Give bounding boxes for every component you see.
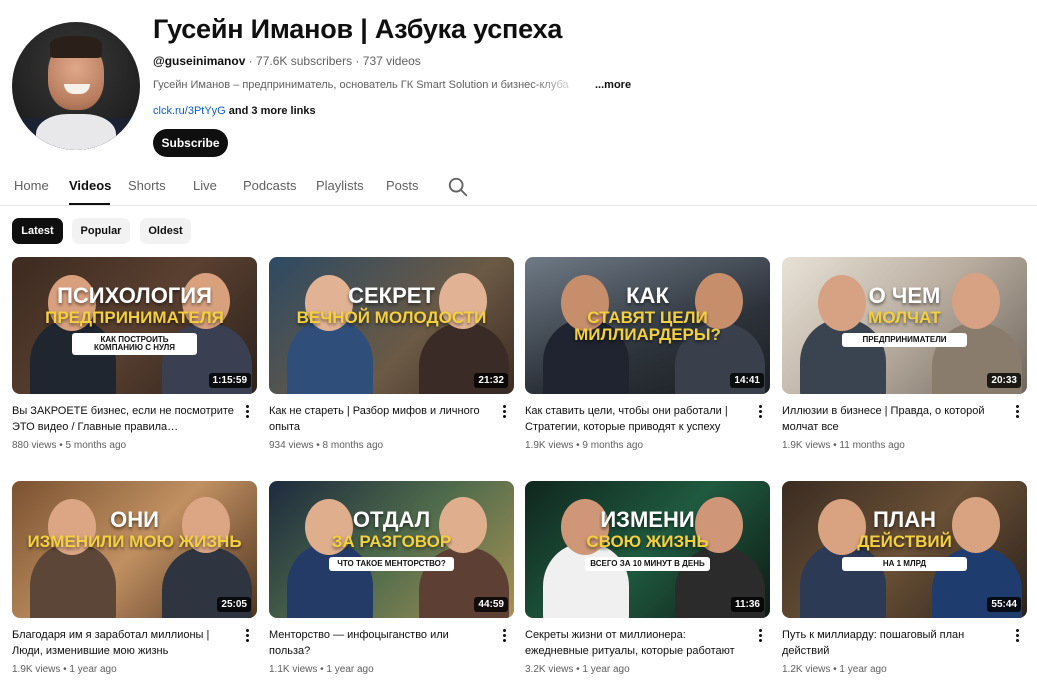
video-meta: 1.1K views • 1 year ago bbox=[269, 664, 374, 675]
thumbnail-overlay-title: ОТДАЛ bbox=[352, 507, 431, 532]
channel-description[interactable]: Гусейн Иманов – предприниматель, основат… bbox=[153, 79, 631, 91]
description-text: Гусейн Иманов – предприниматель, основат… bbox=[153, 79, 569, 91]
channel-meta: @guseinimanov · 77.6K subscribers · 737 … bbox=[153, 54, 421, 68]
video-meta: 1.9K views • 9 months ago bbox=[525, 440, 644, 451]
video-duration: 11:36 bbox=[730, 597, 764, 612]
channel-avatar bbox=[12, 22, 140, 150]
video-thumbnail[interactable]: КАК СТАВЯТ ЦЕЛИ МИЛЛИАРДЕРЫ? 14:41 bbox=[525, 257, 770, 394]
chip-latest[interactable]: Latest bbox=[12, 218, 63, 244]
thumbnail-overlay-subtitle: ЗА РАЗГОВОР bbox=[331, 532, 452, 551]
thumbnail-overlay-caption: КАК ПОСТРОИТЬ КОМПАНИЮ С НУЛЯ bbox=[72, 333, 197, 355]
channel-link[interactable]: clck.ru/3PtYyG bbox=[153, 105, 226, 117]
video-card[interactable]: ИЗМЕНИ СВОЮ ЖИЗНЬ ВСЕГО ЗА 10 МИНУТ В ДЕНЬ… bbox=[525, 481, 770, 675]
thumbnail-overlay-title: СЕКРЕТ bbox=[348, 283, 435, 308]
subscribe-button[interactable]: Subscribe bbox=[153, 129, 228, 157]
channel-handle: @guseinimanov bbox=[153, 54, 246, 68]
video-thumbnail[interactable]: СЕКРЕТ ВЕЧНОЙ МОЛОДОСТИ 21:32 bbox=[269, 257, 514, 394]
chip-popular[interactable]: Popular bbox=[72, 218, 130, 244]
thumbnail-overlay-caption: ВСЕГО ЗА 10 МИНУТ В ДЕНЬ bbox=[585, 557, 710, 571]
video-duration: 20:33 bbox=[987, 373, 1021, 388]
thumbnail-overlay-subtitle: ВЕЧНОЙ МОЛОДОСТИ bbox=[296, 308, 487, 327]
video-meta: 934 views • 8 months ago bbox=[269, 440, 384, 451]
thumbnail-overlay-caption: ПРЕДПРИНИМАТЕЛИ bbox=[842, 333, 967, 347]
video-thumbnail[interactable]: ОНИ ИЗМЕНИЛИ МОЮ ЖИЗНЬ 25:05 bbox=[12, 481, 257, 618]
tab-home[interactable]: Home bbox=[14, 178, 49, 193]
thumbnail-overlay-subtitle: ИЗМЕНИЛИ МОЮ ЖИЗНЬ bbox=[27, 532, 242, 551]
tab-posts[interactable]: Posts bbox=[386, 178, 419, 193]
video-duration: 21:32 bbox=[474, 373, 508, 388]
video-thumbnail[interactable]: ОТДАЛ ЗА РАЗГОВОР ЧТО ТАКОЕ МЕНТОРСТВО? 44:… bbox=[269, 481, 514, 618]
video-title[interactable]: Как не стареть | Разбор мифов и личного … bbox=[269, 403, 491, 435]
more-options-icon[interactable] bbox=[503, 405, 507, 419]
thumbnail-overlay-title: ИЗМЕНИ bbox=[600, 507, 695, 532]
more-options-icon[interactable] bbox=[246, 405, 250, 419]
channel-tabs: Home Videos Shorts Live Podcasts Playlis… bbox=[0, 168, 1037, 206]
more-options-icon[interactable] bbox=[1016, 629, 1020, 643]
thumbnail-overlay-subtitle: МОЛЧАТ bbox=[868, 308, 941, 327]
video-meta: 1.9K views • 1 year ago bbox=[12, 664, 117, 675]
search-icon[interactable] bbox=[447, 176, 469, 198]
video-duration: 55:44 bbox=[987, 597, 1021, 612]
tab-podcasts[interactable]: Podcasts bbox=[243, 178, 296, 193]
channel-links[interactable]: clck.ru/3PtYyG and 3 more links bbox=[153, 105, 316, 117]
video-thumbnail[interactable]: ИЗМЕНИ СВОЮ ЖИЗНЬ ВСЕГО ЗА 10 МИНУТ В ДЕНЬ… bbox=[525, 481, 770, 618]
thumbnail-overlay-subtitle: ПРЕДПРИНИМАТЕЛЯ bbox=[45, 308, 224, 327]
video-title[interactable]: Секреты жизни от миллионера: ежедневные … bbox=[525, 627, 747, 659]
tab-playlists[interactable]: Playlists bbox=[316, 178, 364, 193]
video-title[interactable]: Как ставить цели, чтобы они работали | С… bbox=[525, 403, 747, 435]
video-card[interactable]: ОНИ ИЗМЕНИЛИ МОЮ ЖИЗНЬ 25:05 Благодаря им я… bbox=[12, 481, 257, 675]
video-card[interactable]: О ЧЕМ МОЛЧАТ ПРЕДПРИНИМАТЕЛИ 20:33 Иллюзии в… bbox=[782, 257, 1027, 451]
video-title[interactable]: Путь к миллиарду: пошаговый план действи… bbox=[782, 627, 1004, 659]
video-card[interactable]: ПЛАН ДЕЙСТВИЙ НА 1 МЛРД 55:44 Путь к миллиар… bbox=[782, 481, 1027, 675]
chip-oldest[interactable]: Oldest bbox=[140, 218, 191, 244]
channel-title: Гусейн Иманов | Азбука успеха bbox=[153, 14, 563, 44]
more-options-icon[interactable] bbox=[246, 629, 250, 643]
video-duration: 44:59 bbox=[474, 597, 508, 612]
video-meta: 880 views • 5 months ago bbox=[12, 440, 127, 451]
video-title[interactable]: Благодаря им я заработал миллионы | Люди… bbox=[12, 627, 234, 659]
video-thumbnail[interactable]: О ЧЕМ МОЛЧАТ ПРЕДПРИНИМАТЕЛИ 20:33 bbox=[782, 257, 1027, 394]
video-card[interactable]: ПСИХОЛОГИЯ ПРЕДПРИНИМАТЕЛЯ КАК ПОСТРОИТЬ К… bbox=[12, 257, 257, 451]
video-duration: 14:41 bbox=[730, 373, 764, 388]
video-card[interactable]: СЕКРЕТ ВЕЧНОЙ МОЛОДОСТИ 21:32 Как не старет… bbox=[269, 257, 514, 451]
channel-stats: · 77.6K subscribers · 737 videos bbox=[245, 54, 421, 68]
thumbnail-overlay-subtitle: СТАВЯТ ЦЕЛИ МИЛЛИАРДЕРЫ? bbox=[574, 308, 721, 344]
active-tab-indicator bbox=[69, 203, 110, 205]
video-meta: 1.9K views • 11 months ago bbox=[782, 440, 905, 451]
video-thumbnail[interactable]: ПСИХОЛОГИЯ ПРЕДПРИНИМАТЕЛЯ КАК ПОСТРОИТЬ К… bbox=[12, 257, 257, 394]
more-links[interactable]: and 3 more links bbox=[226, 105, 316, 117]
thumbnail-overlay-caption: ЧТО ТАКОЕ МЕНТОРСТВО? bbox=[329, 557, 454, 571]
video-meta: 3.2K views • 1 year ago bbox=[525, 664, 630, 675]
thumbnail-overlay-title: ОНИ bbox=[110, 507, 159, 532]
tab-videos[interactable]: Videos bbox=[69, 178, 111, 193]
thumbnail-overlay-title: КАК bbox=[626, 283, 669, 308]
more-options-icon[interactable] bbox=[759, 405, 763, 419]
tab-shorts[interactable]: Shorts bbox=[128, 178, 166, 193]
video-duration: 1:15:59 bbox=[208, 373, 251, 388]
video-card[interactable]: ОТДАЛ ЗА РАЗГОВОР ЧТО ТАКОЕ МЕНТОРСТВО? 44:… bbox=[269, 481, 514, 675]
thumbnail-overlay-title: ПСИХОЛОГИЯ bbox=[57, 283, 212, 308]
more-button[interactable]: ...more bbox=[595, 79, 631, 91]
more-options-icon[interactable] bbox=[759, 629, 763, 643]
video-title[interactable]: Менторство — инфоцыганство или польза? bbox=[269, 627, 491, 659]
video-thumbnail[interactable]: ПЛАН ДЕЙСТВИЙ НА 1 МЛРД 55:44 bbox=[782, 481, 1027, 618]
thumbnail-overlay-caption: НА 1 МЛРД bbox=[842, 557, 967, 571]
video-card[interactable]: КАК СТАВЯТ ЦЕЛИ МИЛЛИАРДЕРЫ? 14:41 Как став… bbox=[525, 257, 770, 451]
video-duration: 25:05 bbox=[217, 597, 251, 612]
thumbnail-overlay-title: ПЛАН bbox=[872, 507, 937, 532]
video-title[interactable]: Иллюзии в бизнесе | Правда, о которой мо… bbox=[782, 403, 1004, 435]
more-options-icon[interactable] bbox=[1016, 405, 1020, 419]
video-title[interactable]: Вы ЗАКРОЕТЕ бизнес, если не посмотрите Э… bbox=[12, 403, 234, 435]
tab-live[interactable]: Live bbox=[193, 178, 217, 193]
thumbnail-overlay-subtitle: СВОЮ ЖИЗНЬ bbox=[586, 532, 709, 551]
more-options-icon[interactable] bbox=[503, 629, 507, 643]
thumbnail-overlay-title: О ЧЕМ bbox=[868, 283, 941, 308]
video-meta: 1.2K views • 1 year ago bbox=[782, 664, 887, 675]
thumbnail-overlay-subtitle: ДЕЙСТВИЙ bbox=[857, 532, 952, 551]
